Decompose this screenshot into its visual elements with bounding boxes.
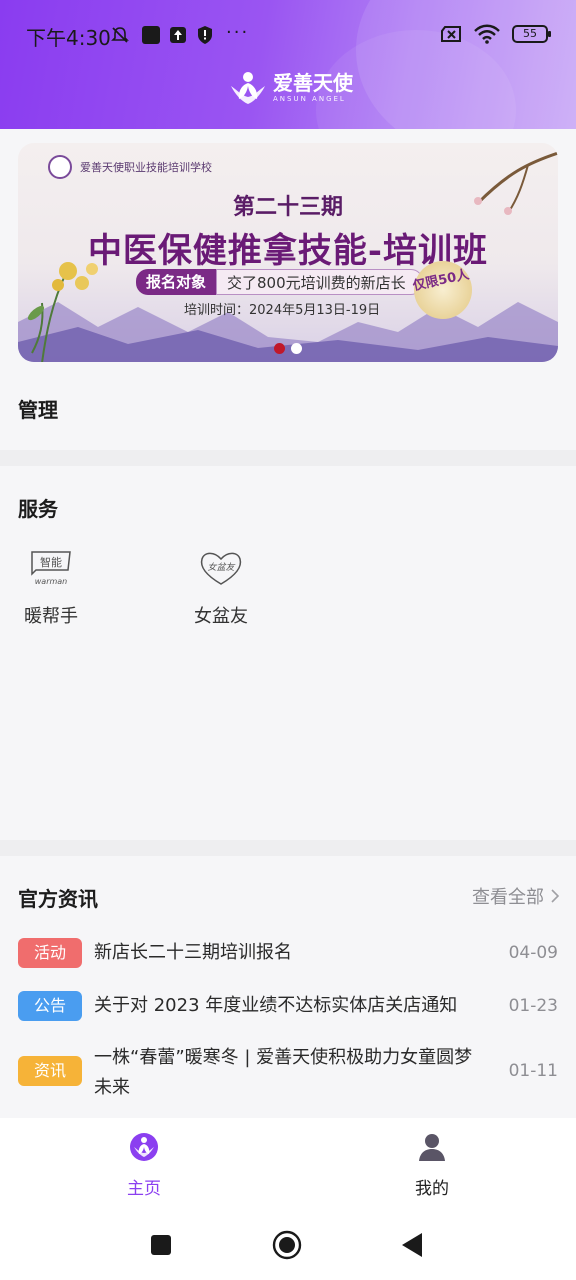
brand-name: 爱善天使 (273, 71, 353, 95)
news-item[interactable]: 公告 关于对 2023 年度业绩不达标实体店关店通知 01-23 (18, 991, 558, 1021)
system-navigation-bar (0, 1212, 576, 1280)
back-button[interactable] (400, 1232, 424, 1258)
brand-logo: 爱善天使 ANSUN ANGEL (229, 70, 353, 106)
mute-bell-icon (111, 27, 129, 43)
news-item[interactable]: 资讯 一株“春蕾”暖寒冬 | 爱善天使积极助力女童圆梦未来 01-11 (18, 1043, 558, 1103)
banner-dates: 培训时间：2024年5月13日-19日 (184, 303, 381, 318)
svg-text:warman: warman (35, 577, 68, 586)
carousel-dot[interactable] (291, 343, 302, 354)
battery-indicator: 55 (512, 25, 551, 43)
view-all-link[interactable]: 查看全部 (472, 883, 560, 909)
heart-girlfriend-icon: 女盆友 (200, 552, 242, 585)
news-date: 01-23 (508, 996, 558, 1016)
shield-icon (198, 26, 212, 44)
promo-banner[interactable]: 爱善天使职业技能培训学校 第二十三期 中医保健推拿技能-培训班 报名对象 交了8… (18, 143, 558, 362)
school-name: 爱善天使职业技能培训学校 (48, 155, 212, 179)
chevron-right-icon (551, 889, 560, 903)
service-label: 暖帮手 (24, 606, 78, 627)
news-date: 04-09 (508, 943, 558, 963)
home-button[interactable] (272, 1230, 302, 1260)
news-item[interactable]: 活动 新店长二十三期培训报名 04-09 (18, 938, 558, 968)
news-section-title: 官方资讯 (18, 887, 98, 911)
upload-icon (170, 27, 186, 43)
zhineng-warman-icon: 智能 warman (31, 551, 71, 586)
angel-lotus-logo-icon (231, 72, 265, 104)
recent-apps-button[interactable] (150, 1234, 172, 1256)
no-sim-icon (441, 26, 461, 42)
brand-subtitle: ANSUN ANGEL (273, 95, 346, 103)
home-lotus-icon (130, 1133, 158, 1161)
wifi-icon (474, 24, 500, 44)
nav-mine-label: 我的 (415, 1179, 449, 1199)
school-logo (48, 155, 72, 179)
banner-course-title: 中医保健推拿技能-培训班 (87, 231, 489, 271)
bottom-navigation: 主页 我的 (0, 1118, 576, 1212)
target-label: 报名对象 (136, 269, 217, 295)
service-nuanbangshou[interactable]: 智能 warman 暖帮手 (11, 548, 91, 628)
nav-home[interactable]: 主页 (94, 1132, 194, 1199)
nav-home-label: 主页 (127, 1179, 161, 1199)
news-title: 一株“春蕾”暖寒冬 | 爱善天使积极助力女童圆梦未来 (94, 1047, 473, 1098)
service-nvpengyou[interactable]: 女盆友 女盆友 (181, 548, 261, 628)
news-title: 关于对 2023 年度业绩不达标实体店关店通知 (94, 995, 458, 1016)
more-notifications: ··· (226, 22, 250, 43)
manage-section-title: 管理 (18, 398, 58, 422)
view-all-label: 查看全部 (472, 887, 544, 908)
news-tag: 公告 (18, 991, 82, 1021)
target-text: 交了800元培训费的新店长 (216, 269, 423, 295)
app-header: 下午4:30 ··· 55 爱善天使 ANSUN ANGEL (0, 0, 576, 129)
carousel-dot-active[interactable] (274, 343, 285, 354)
app-square-icon (142, 26, 160, 44)
section-divider (0, 840, 576, 856)
banner-target: 报名对象 交了800元培训费的新店长 (136, 269, 423, 295)
status-time: 下午4:30 (26, 26, 111, 50)
svg-text:女盆友: 女盆友 (207, 562, 235, 573)
news-title: 新店长二十三期培训报名 (94, 942, 292, 963)
carousel-indicator[interactable] (274, 343, 302, 354)
section-divider (0, 450, 576, 466)
banner-issue: 第二十三期 (232, 194, 343, 220)
news-date: 01-11 (508, 1061, 558, 1081)
service-label: 女盆友 (194, 606, 248, 627)
nav-mine[interactable]: 我的 (382, 1132, 482, 1199)
news-tag: 资讯 (18, 1056, 82, 1086)
news-tag: 活动 (18, 938, 82, 968)
user-profile-icon (419, 1134, 445, 1161)
services-section-title: 服务 (18, 497, 58, 521)
svg-text:智能: 智能 (40, 555, 62, 569)
status-bar: 下午4:30 ··· 55 (0, 0, 576, 70)
